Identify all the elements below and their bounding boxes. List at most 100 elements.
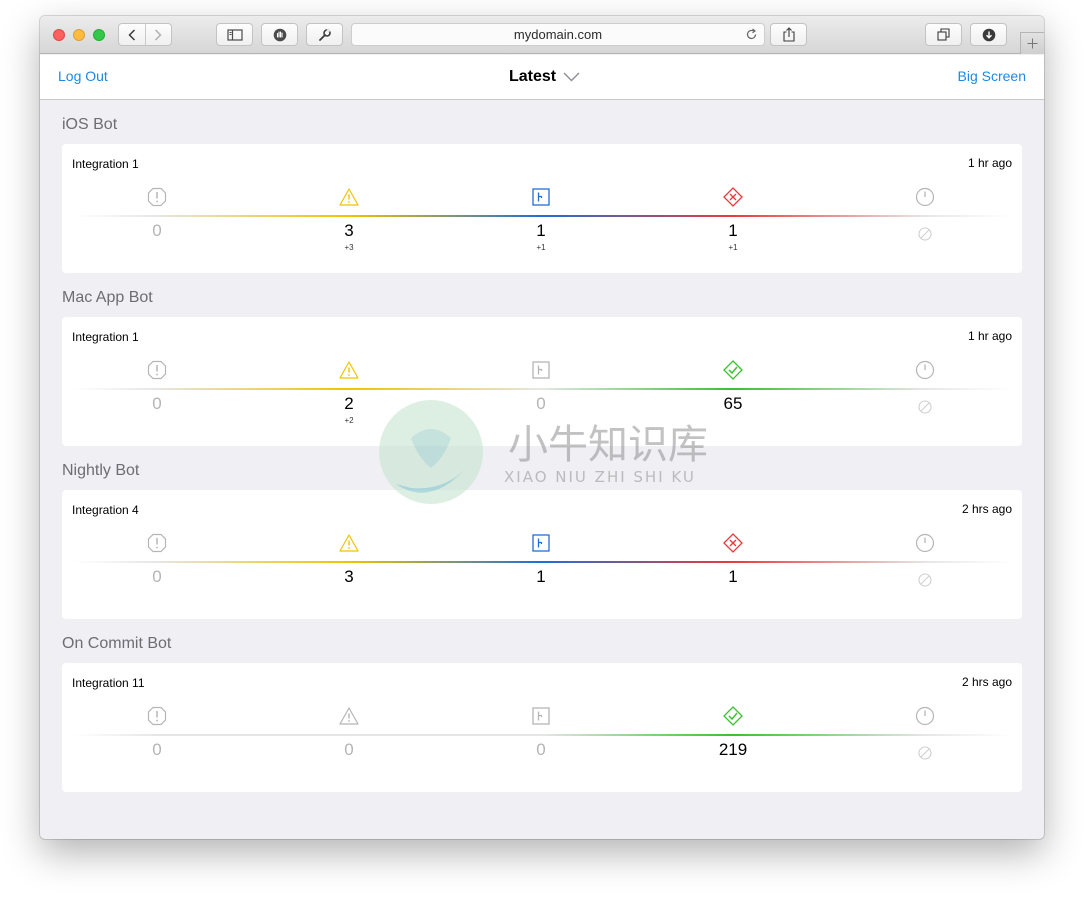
close-window-button[interactable] — [53, 29, 65, 41]
integration-label: Integration 11 — [72, 676, 145, 690]
metric-duration — [895, 532, 955, 589]
minimize-window-button[interactable] — [73, 29, 85, 41]
download-icon — [982, 28, 995, 41]
logout-link[interactable]: Log Out — [58, 68, 108, 84]
chevron-right-icon — [155, 28, 162, 41]
metric-errors: 0 — [127, 186, 187, 243]
back-button[interactable] — [119, 24, 145, 45]
metric-icon-wrap — [127, 705, 187, 727]
metric-value: 1 — [728, 221, 738, 240]
integration-label: Integration 1 — [72, 157, 139, 171]
metric-icon-wrap — [511, 186, 571, 208]
metric-icon-wrap — [319, 359, 379, 381]
warning-icon — [339, 188, 359, 206]
bot-section-title: Mac App Bot — [62, 289, 153, 306]
maximize-window-button[interactable] — [93, 29, 105, 41]
metric-tests: 1 — [703, 532, 763, 589]
wrench-icon — [318, 27, 331, 41]
metric-icon-wrap — [319, 532, 379, 554]
test-passed-icon — [723, 706, 743, 726]
sidebar-button[interactable] — [216, 23, 253, 46]
browser-toolbar: mydomain.com — [40, 16, 1044, 54]
forward-button[interactable] — [144, 24, 172, 45]
bot-section-title: Nightly Bot — [62, 462, 140, 479]
analysis-icon — [532, 361, 550, 379]
not-available-icon — [918, 400, 932, 414]
privacy-button[interactable] — [261, 23, 298, 46]
sidebar-icon — [226, 28, 243, 41]
url-text: mydomain.com — [513, 27, 603, 42]
metric-analysis: 1 — [511, 532, 571, 589]
history-nav — [118, 23, 172, 46]
metric-duration — [895, 705, 955, 762]
share-button[interactable] — [770, 23, 807, 46]
clock-icon — [915, 706, 935, 726]
metric-value: 1 — [536, 221, 546, 240]
metric-duration — [895, 186, 955, 243]
metric-value: 3 — [344, 221, 354, 240]
metric-warnings: 2 +2 — [319, 359, 379, 425]
analysis-icon — [532, 707, 550, 725]
integration-time: 1 hr ago — [967, 156, 1012, 170]
page-title: Latest — [509, 68, 557, 85]
integration-label: Integration 4 — [72, 503, 139, 517]
metric-warnings: 3 +3 — [319, 186, 379, 252]
metric-icon-wrap — [511, 359, 571, 381]
clock-icon — [915, 187, 935, 207]
metric-value: 0 — [536, 740, 546, 759]
metric-value: 3 — [344, 567, 354, 586]
browser-window: mydomain.com Log Out Latest Big Screen i… — [40, 16, 1044, 839]
metric-value — [895, 567, 955, 587]
reload-icon[interactable] — [745, 28, 758, 41]
hand-icon — [273, 28, 286, 41]
metric-icon-wrap — [895, 186, 955, 208]
new-tab-button[interactable] — [1020, 32, 1044, 54]
warning-icon — [339, 361, 359, 379]
share-icon — [782, 27, 795, 42]
metric-warnings: 3 — [319, 532, 379, 589]
error-icon — [147, 706, 167, 726]
integration-card[interactable]: Integration 11 hr ago 0 3 +3 1 +1 1 +1 — [62, 144, 1022, 273]
filter-dropdown[interactable]: Latest — [509, 68, 580, 86]
integration-time: 2 hrs ago — [961, 502, 1012, 516]
not-available-icon — [918, 573, 932, 587]
metric-icon-wrap — [895, 359, 955, 381]
tools-button[interactable] — [306, 23, 343, 46]
integration-card[interactable]: Integration 11 2 hrs ago 0 0 0 219 — [62, 663, 1022, 792]
metric-duration — [895, 359, 955, 416]
integration-label: Integration 1 — [72, 330, 139, 344]
metric-errors: 0 — [127, 532, 187, 589]
tabs-overview-button[interactable] — [925, 23, 962, 46]
metric-value: 219 — [718, 740, 748, 759]
test-failed-icon — [723, 533, 743, 553]
analysis-icon — [532, 534, 550, 552]
clock-icon — [915, 360, 935, 380]
app-header: Log Out Latest Big Screen — [40, 55, 1044, 100]
tabs-icon — [937, 28, 950, 41]
bot-section-title: On Commit Bot — [62, 635, 172, 652]
metric-value: 0 — [152, 567, 162, 586]
metric-value: 1 — [728, 567, 738, 586]
test-failed-icon — [723, 187, 743, 207]
metric-icon-wrap — [511, 532, 571, 554]
analysis-icon — [532, 188, 550, 206]
clock-icon — [915, 533, 935, 553]
chevron-left-icon — [128, 28, 135, 41]
integration-card[interactable]: Integration 4 2 hrs ago 0 3 1 1 — [62, 490, 1022, 619]
metric-delta: +2 — [344, 416, 354, 425]
big-screen-link[interactable]: Big Screen — [958, 68, 1026, 84]
metric-icon-wrap — [511, 705, 571, 727]
metric-icon-wrap — [895, 532, 955, 554]
metric-value: 0 — [152, 740, 162, 759]
metric-icon-wrap — [703, 705, 763, 727]
metric-icon-wrap — [703, 359, 763, 381]
metric-analysis: 0 — [511, 705, 571, 762]
error-icon — [147, 360, 167, 380]
integration-card[interactable]: Integration 11 hr ago 0 2 +2 0 65 — [62, 317, 1022, 446]
metric-value — [895, 394, 955, 414]
address-bar[interactable]: mydomain.com — [351, 23, 765, 46]
downloads-button[interactable] — [970, 23, 1007, 46]
metric-warnings: 0 — [319, 705, 379, 762]
metric-errors: 0 — [127, 359, 187, 416]
metric-tests: 1 +1 — [703, 186, 763, 252]
